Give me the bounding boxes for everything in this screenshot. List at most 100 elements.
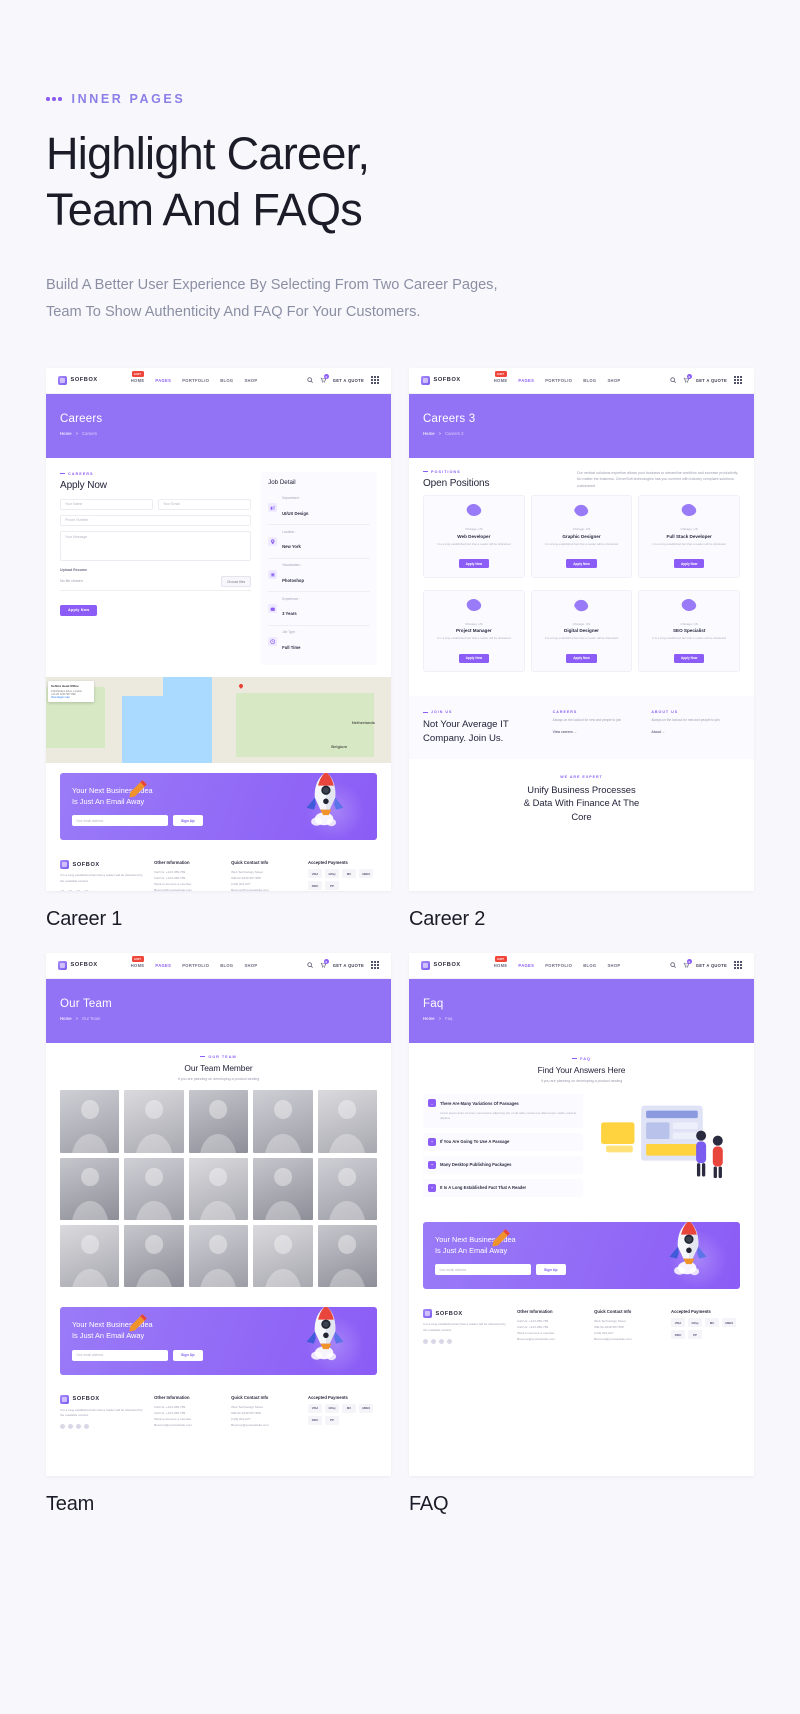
plus-icon[interactable]: + <box>428 1183 436 1192</box>
nav-item-home[interactable]: HOT HOME <box>494 955 508 968</box>
search-icon[interactable] <box>670 962 676 968</box>
nav-item-portfolio[interactable]: PORTFOLIO <box>545 963 572 968</box>
team-member-photo[interactable] <box>317 1224 377 1288</box>
team-member-photo[interactable] <box>253 1157 313 1220</box>
message-field[interactable]: Your Message <box>60 530 252 561</box>
position-apply-button[interactable]: Apply Now <box>458 559 490 569</box>
position-card[interactable]: Chicago, US Graphic Designer It is a lon… <box>530 495 633 578</box>
cart-icon[interactable]: 0 <box>683 959 692 968</box>
nav-item-home[interactable]: HOT HOME <box>131 370 145 383</box>
breadcrumb-home[interactable]: Home <box>60 1016 72 1021</box>
cart-icon[interactable]: 0 <box>683 374 692 383</box>
position-apply-button[interactable]: Apply Now <box>458 653 490 663</box>
search-icon[interactable] <box>307 962 313 968</box>
team-member-photo[interactable] <box>124 1157 184 1220</box>
search-icon[interactable] <box>670 377 676 383</box>
footer-link[interactable]: Become@yourwebsite.com <box>517 1336 586 1342</box>
position-apply-button[interactable]: Apply Now <box>673 559 705 569</box>
twitter-icon[interactable] <box>431 1338 436 1344</box>
faq-item[interactable]: + Many Desktop Publishing Packages <box>423 1155 584 1174</box>
nav-item-shop[interactable]: SHOP <box>607 963 620 968</box>
position-card[interactable]: Chicago, US SEO Specialist It is a long … <box>638 589 740 673</box>
facebook-icon[interactable] <box>60 1424 65 1430</box>
nav-item-home[interactable]: HOT HOME <box>494 370 508 383</box>
preview-thumbnail-team[interactable]: SOFBOX HOT HOME PAGES PORTFOLIO BLOG SHO… <box>46 952 391 1476</box>
newsletter-signup-button[interactable]: Sign Up <box>173 1349 203 1361</box>
preview-thumbnail-faq[interactable]: SOFBOX HOT HOME PAGES PORTFOLIO BLOG SHO… <box>409 952 754 1476</box>
nav-item-portfolio[interactable]: PORTFOLIO <box>182 378 209 383</box>
team-member-photo[interactable] <box>124 1224 184 1288</box>
newsletter-email-input[interactable]: Your email address <box>435 1264 531 1276</box>
minus-icon[interactable]: – <box>428 1099 436 1108</box>
footer-link[interactable]: Become@yourwebsite.com <box>594 1336 663 1342</box>
instagram-icon[interactable] <box>439 1338 444 1344</box>
brand-logo[interactable]: SOFBOX <box>58 375 98 385</box>
team-member-photo[interactable] <box>317 1157 377 1220</box>
nav-item-pages[interactable]: PAGES <box>518 378 534 383</box>
menu-grid-icon[interactable] <box>371 961 379 970</box>
breadcrumb-home[interactable]: Home <box>423 431 435 436</box>
apply-now-button[interactable]: Apply Now <box>60 604 98 616</box>
team-member-photo[interactable] <box>253 1090 313 1153</box>
position-card[interactable]: Chicago, US Full Stack Developer It is a… <box>638 495 740 578</box>
position-apply-button[interactable]: Apply Now <box>673 653 705 663</box>
linkedin-icon[interactable] <box>84 1424 89 1430</box>
nav-item-shop[interactable]: SHOP <box>607 378 620 383</box>
faq-item[interactable]: – There Are Many Variations Of Passages … <box>423 1094 584 1128</box>
get-a-quote-button[interactable]: GET A QUOTE <box>333 378 364 383</box>
nav-item-portfolio[interactable]: PORTFOLIO <box>182 963 209 968</box>
newsletter-email-input[interactable]: Your email address <box>72 1349 168 1361</box>
nav-item-blog[interactable]: BLOG <box>583 963 596 968</box>
choose-files-button[interactable]: Choose files <box>220 576 252 588</box>
menu-grid-icon[interactable] <box>371 376 379 385</box>
brand-logo[interactable]: SOFBOX <box>421 960 461 970</box>
get-a-quote-button[interactable]: GET A QUOTE <box>696 963 727 968</box>
plus-icon[interactable]: + <box>428 1137 436 1146</box>
team-member-photo[interactable] <box>188 1090 249 1153</box>
position-apply-button[interactable]: Apply Now <box>566 559 597 569</box>
position-apply-button[interactable]: Apply Now <box>566 653 597 663</box>
team-member-photo[interactable] <box>253 1224 313 1288</box>
newsletter-signup-button[interactable]: Sign Up <box>536 1264 566 1276</box>
facebook-icon[interactable] <box>423 1338 428 1344</box>
team-member-photo[interactable] <box>60 1157 120 1220</box>
team-member-photo[interactable] <box>317 1090 377 1153</box>
email-field[interactable]: Your Email <box>158 498 252 510</box>
name-field[interactable]: Your Name <box>60 498 154 510</box>
linkedin-icon[interactable] <box>447 1338 452 1344</box>
footer-link[interactable]: Become@yourwebsite.com <box>154 887 223 890</box>
nav-item-blog[interactable]: BLOG <box>220 963 233 968</box>
get-a-quote-button[interactable]: GET A QUOTE <box>333 963 364 968</box>
preview-thumbnail-career-2[interactable]: SOFBOX HOT HOME PAGES PORTFOLIO BLOG SHO… <box>409 367 754 891</box>
brand-logo[interactable]: SOFBOX <box>58 960 98 970</box>
view-careers-link[interactable]: View careers → <box>553 730 642 734</box>
nav-item-blog[interactable]: BLOG <box>220 378 233 383</box>
nav-item-pages[interactable]: PAGES <box>155 378 171 383</box>
menu-grid-icon[interactable] <box>734 376 742 385</box>
nav-item-portfolio[interactable]: PORTFOLIO <box>545 378 572 383</box>
linkedin-icon[interactable] <box>84 890 89 891</box>
preview-thumbnail-career-1[interactable]: SOFBOX HOT HOME PAGES PORTFOLIO BLOG SHO… <box>46 367 391 891</box>
faq-item[interactable]: + It Is A Long Established Fact That A R… <box>423 1178 584 1197</box>
nav-item-pages[interactable]: PAGES <box>155 963 171 968</box>
map-view-larger-link[interactable]: View larger map <box>51 696 91 699</box>
position-card[interactable]: Chicago, US Project Manager It is a long… <box>423 589 525 673</box>
cart-icon[interactable]: 0 <box>320 959 329 968</box>
instagram-icon[interactable] <box>76 890 81 891</box>
brand-logo[interactable]: SOFBOX <box>421 375 461 385</box>
newsletter-email-input[interactable]: Your email address <box>72 815 168 827</box>
search-icon[interactable] <box>307 377 313 383</box>
twitter-icon[interactable] <box>68 890 73 891</box>
footer-link[interactable]: Become@yourwebsite.com <box>231 887 300 890</box>
team-member-photo[interactable] <box>188 1224 249 1288</box>
get-a-quote-button[interactable]: GET A QUOTE <box>696 378 727 383</box>
facebook-icon[interactable] <box>60 890 65 891</box>
team-member-photo[interactable] <box>60 1090 120 1153</box>
plus-icon[interactable]: + <box>428 1160 436 1169</box>
faq-item[interactable]: + If You Are Going To Use A Passage <box>423 1132 584 1151</box>
phone-field[interactable]: Phone Number <box>60 514 252 526</box>
footer-link[interactable]: Become@yourwebsite.com <box>231 1422 300 1428</box>
cart-icon[interactable]: 0 <box>320 374 329 383</box>
position-card[interactable]: Chicago, US Web Developer It is a long e… <box>423 495 525 578</box>
position-card[interactable]: Chicago, US Digital Designer It is a lon… <box>530 589 633 673</box>
